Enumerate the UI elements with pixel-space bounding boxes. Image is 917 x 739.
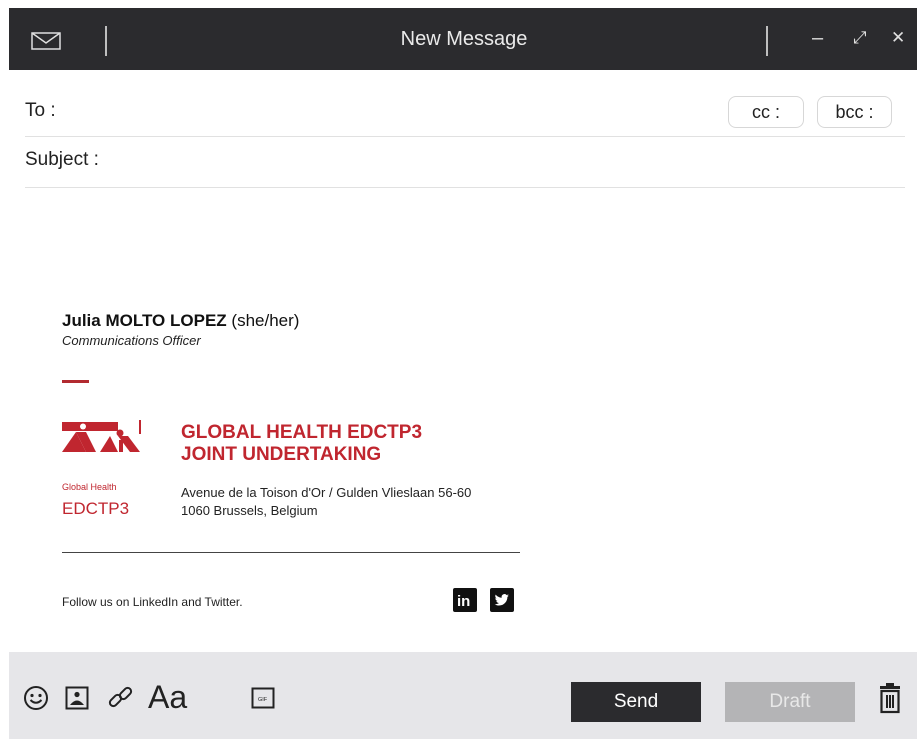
titlebar-divider bbox=[766, 26, 768, 56]
send-button[interactable]: Send bbox=[571, 682, 701, 722]
emoji-icon[interactable] bbox=[23, 685, 49, 711]
org-address: Avenue de la Toison d'Or / Gulden Vliesl… bbox=[181, 484, 471, 520]
logo-big-text: EDCTP3 bbox=[62, 499, 129, 518]
gif-label: GIF bbox=[258, 697, 268, 703]
cc-button[interactable]: cc : bbox=[728, 96, 804, 128]
window-title: New Message bbox=[400, 28, 528, 50]
linkedin-text: in bbox=[457, 593, 470, 610]
follow-text: Follow us on LinkedIn and Twitter. bbox=[62, 595, 243, 609]
subject-field[interactable]: Subject : bbox=[25, 149, 905, 188]
org-name-line2: JOINT UNDERTAKING bbox=[181, 444, 382, 465]
signature-pronouns: (she/her) bbox=[231, 311, 300, 330]
twitter-icon[interactable] bbox=[490, 588, 514, 612]
minimize-icon[interactable]: – bbox=[812, 28, 823, 48]
signature-role: Communications Officer bbox=[62, 333, 201, 348]
bcc-button[interactable]: bcc : bbox=[817, 96, 892, 128]
format-text-icon[interactable]: Aa bbox=[148, 680, 187, 714]
org-name-line1: GLOBAL HEALTH EDCTP3 bbox=[181, 422, 423, 443]
expand-icon[interactable]: ⤢ bbox=[853, 28, 867, 48]
linkedin-icon[interactable]: in bbox=[453, 588, 477, 612]
logo-small-text: Global Health bbox=[62, 482, 117, 492]
compose-toolbar: Aa GIF Send Draft bbox=[9, 652, 917, 739]
subject-label: Subject : bbox=[25, 149, 99, 170]
to-label: To : bbox=[25, 100, 56, 121]
address-line1: Avenue de la Toison d'Or / Gulden Vliesl… bbox=[181, 485, 472, 500]
org-name: GLOBAL HEALTH EDCTP3 JOINT UNDERTAKING bbox=[181, 422, 422, 466]
link-icon[interactable] bbox=[107, 684, 135, 712]
signature-divider bbox=[62, 552, 520, 553]
signature-name: Julia MOLTO LOPEZ bbox=[62, 311, 227, 330]
draft-button[interactable]: Draft bbox=[725, 682, 855, 722]
signature-name-line: Julia MOLTO LOPEZ (she/her) bbox=[62, 311, 299, 331]
image-icon[interactable] bbox=[65, 686, 89, 710]
trash-icon[interactable] bbox=[877, 682, 903, 714]
gif-icon[interactable]: GIF bbox=[251, 687, 275, 709]
close-icon[interactable]: ✕ bbox=[891, 28, 905, 48]
signature-accent-line bbox=[62, 380, 89, 383]
window-titlebar: New Message – ⤢ ✕ bbox=[9, 8, 917, 70]
address-line2: 1060 Brussels, Belgium bbox=[181, 503, 318, 518]
edctp3-logo: Global Health EDCTP3 bbox=[62, 420, 141, 518]
